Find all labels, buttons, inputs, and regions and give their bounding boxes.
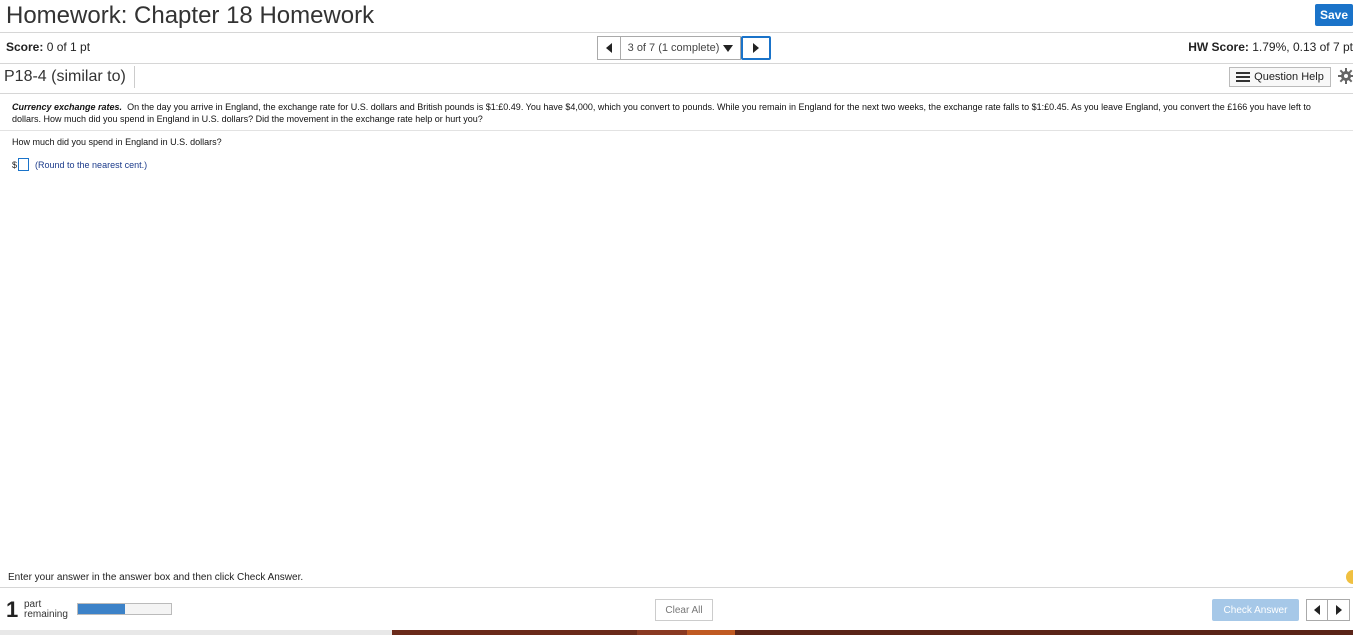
question-help-button[interactable]: Question Help <box>1229 67 1331 87</box>
smiley-icon <box>1346 570 1353 584</box>
divider <box>0 32 1353 33</box>
parts-remaining-count: 1 <box>6 597 19 622</box>
question-id: P18-4 (similar to) <box>4 68 126 85</box>
divider <box>0 63 1353 64</box>
question-select[interactable]: 3 of 7 (1 complete) <box>621 36 741 60</box>
clear-all-button[interactable]: Clear All <box>655 599 713 621</box>
question-position: 3 of 7 (1 complete) <box>627 42 720 54</box>
progress-bar <box>77 603 172 615</box>
problem-title: Currency exchange rates. <box>12 102 123 112</box>
parts-label-remaining: remaining <box>24 609 68 620</box>
divider <box>0 93 1353 94</box>
instruction-text: Enter your answer in the answer box and … <box>8 572 304 583</box>
question-prompt: How much did you spend in England in U.S… <box>12 137 222 147</box>
arrow-right-icon <box>753 43 759 53</box>
answer-row: $ (Round to the nearest cent.) <box>12 158 147 171</box>
problem-statement: Currency exchange rates. On the day you … <box>12 101 1342 125</box>
save-button[interactable]: Save <box>1315 4 1353 26</box>
previous-question-button[interactable] <box>597 36 621 60</box>
score: Score: 0 of 1 pt <box>6 40 90 54</box>
taskbar-strip <box>0 630 1353 635</box>
arrow-left-icon <box>606 43 612 53</box>
hw-score: HW Score: 1.79%, 0.13 of 7 pt <box>1188 40 1353 54</box>
question-navigator: 3 of 7 (1 complete) <box>597 36 771 60</box>
next-button[interactable] <box>1328 599 1350 621</box>
list-icon <box>1236 72 1251 82</box>
next-question-button[interactable] <box>741 36 771 60</box>
parts-remaining-label: part remaining <box>24 600 68 620</box>
caret-down-icon <box>723 44 734 52</box>
divider <box>134 66 135 88</box>
round-note: (Round to the nearest cent.) <box>35 159 148 170</box>
page-title: Homework: Chapter 18 Homework <box>6 2 375 29</box>
divider <box>0 587 1353 588</box>
arrow-left-icon <box>1314 605 1320 615</box>
score-label: Score: <box>6 40 44 54</box>
problem-body: On the day you arrive in England, the ex… <box>12 102 1311 124</box>
bottom-navigator <box>1306 599 1350 621</box>
currency-symbol: $ <box>12 159 18 170</box>
question-help-label: Question Help <box>1254 71 1324 83</box>
hw-score-value: 1.79%, 0.13 of 7 pt <box>1252 40 1353 54</box>
arrow-right-icon <box>1335 605 1342 615</box>
previous-button[interactable] <box>1306 599 1328 621</box>
gear-icon[interactable] <box>1338 68 1353 84</box>
progress-fill <box>78 604 125 614</box>
score-value: 0 of 1 pt <box>46 40 91 54</box>
check-answer-button[interactable]: Check Answer <box>1212 599 1299 621</box>
answer-input[interactable] <box>18 158 30 171</box>
divider <box>0 130 1353 131</box>
hw-score-label: HW Score: <box>1188 40 1249 54</box>
